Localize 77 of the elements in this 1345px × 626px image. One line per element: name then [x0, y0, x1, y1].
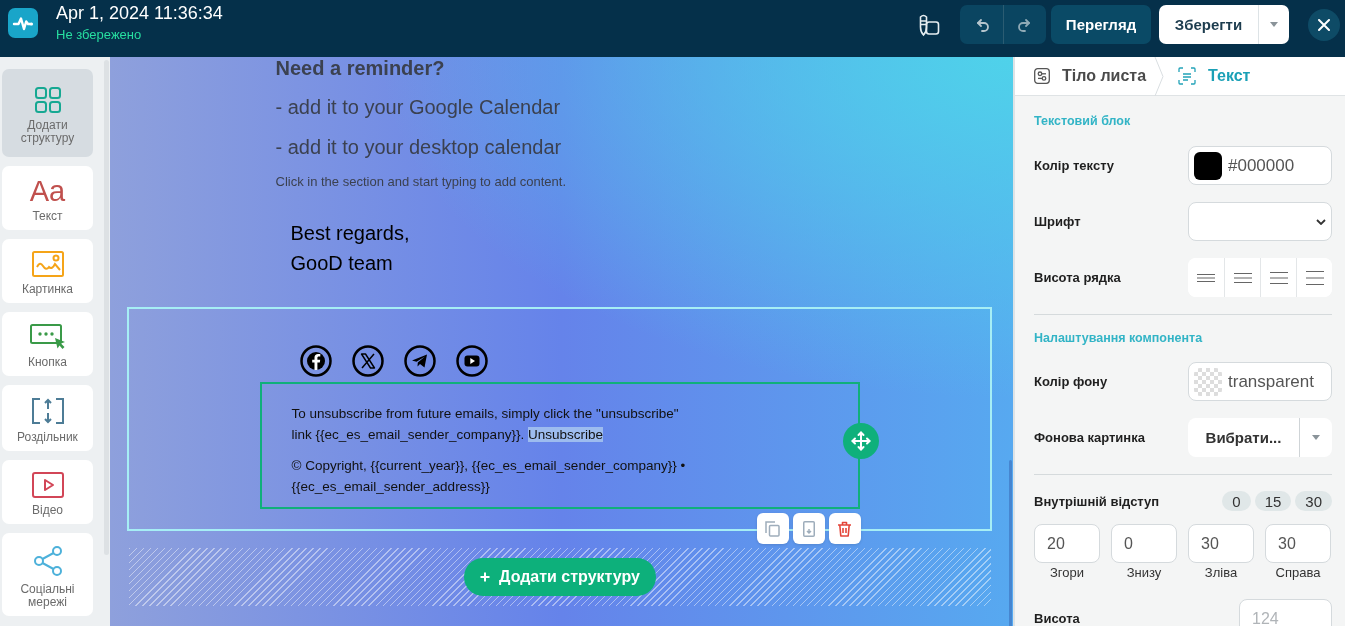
scrollbar-thumb[interactable] — [104, 60, 109, 555]
preset-chip[interactable]: 30 — [1295, 491, 1332, 511]
close-icon — [1318, 18, 1330, 31]
field-label: Шрифт — [1034, 214, 1081, 229]
sidebar-item[interactable]: Соціальні мережі — [2, 533, 93, 616]
unsubscribe-text: To unsubscribe from future emails, simply click the "unsubscribe" link {{ec_es_email_sender_company}}. Unsubscribe — [291, 405, 680, 444]
unsubscribe-link[interactable]: Unsubscribe — [527, 427, 603, 442]
document-icon — [802, 520, 815, 537]
image-icon — [31, 251, 64, 277]
section-title: Налаштування компонента — [1034, 330, 1204, 346]
reminder-heading: Need a reminder? — [274, 57, 446, 79]
field-label: Згори — [1050, 565, 1084, 581]
pulse-logo-icon — [8, 8, 38, 38]
settings-sliders-icon — [1034, 68, 1050, 84]
field-label: Висота рядка — [1034, 270, 1121, 285]
text-color-field[interactable]: #000000 — [1188, 146, 1332, 185]
field-label: Висота — [1034, 611, 1080, 626]
height-input[interactable]: 124 — [1239, 599, 1332, 626]
padding-input[interactable]: 30 — [1188, 524, 1254, 563]
caret-down-icon — [1270, 22, 1278, 27]
document-title: Apr 1, 2024 11:36:34 — [56, 2, 223, 24]
field-label: Колір тексту — [1034, 158, 1115, 173]
sidebar-item[interactable]: Aa Текст — [2, 166, 93, 230]
sidebar-item[interactable]: Додати структуру — [2, 69, 93, 157]
caret-down-icon — [1312, 435, 1320, 440]
field-label: Внутрішній відступ — [1034, 493, 1160, 509]
padding-input[interactable]: 30 — [1265, 524, 1331, 563]
preview-button[interactable]: Перегляд — [1051, 5, 1151, 44]
facebook-icon — [299, 345, 332, 377]
field-label: Зліва — [1204, 565, 1238, 581]
scrollbar-thumb[interactable] — [1009, 460, 1012, 626]
x-logo-icon — [351, 345, 384, 377]
share-icon — [31, 545, 64, 577]
redo-icon — [1017, 17, 1033, 32]
breadcrumb-link[interactable]: Тіло листа — [1034, 56, 1147, 96]
button-cursor-icon — [29, 324, 66, 350]
hint-text: Click in the section and start typing to add content. — [274, 173, 567, 191]
sidebar-item[interactable]: Роздільник — [2, 385, 93, 451]
text-glyph-icon: Aa — [29, 178, 66, 204]
brush-icon[interactable] — [918, 12, 940, 37]
field-label: Знизу — [1126, 565, 1162, 581]
duplicate-button[interactable] — [756, 513, 789, 544]
copy-icon — [765, 520, 780, 537]
video-play-icon — [31, 472, 64, 498]
play-button-icon — [455, 345, 488, 377]
padding-input[interactable]: 20 — [1034, 524, 1100, 563]
padding-input[interactable]: 0 — [1111, 524, 1177, 563]
list-item: - add it to your desktop calendar — [274, 136, 563, 158]
grid-icon — [34, 87, 61, 113]
field-label: Фонова картинка — [1034, 430, 1145, 445]
trash-icon — [837, 520, 852, 537]
sidebar-item[interactable]: Картинка — [2, 239, 93, 303]
list-item: - add it to your Google Calendar — [274, 96, 562, 118]
background-color-field[interactable]: transparent — [1188, 362, 1332, 401]
preset-chip[interactable]: 15 — [1254, 491, 1292, 511]
paper-plane-icon — [403, 345, 436, 377]
line-spacing-icon — [1305, 268, 1324, 287]
color-swatch-icon — [1194, 151, 1222, 180]
delete-button[interactable] — [828, 513, 861, 544]
text-frame-icon — [1178, 67, 1197, 85]
save-block-button[interactable] — [792, 513, 825, 544]
field-label: Колір фону — [1034, 374, 1108, 389]
copyright-text: © Copyright, {{current_year}}, {{ec_es_email_sender_company}} • {{ec_es_email_sender_address}} — [291, 457, 687, 496]
divider-icon — [30, 397, 65, 425]
sidebar-item[interactable]: Відео — [2, 460, 93, 524]
move-icon — [850, 431, 871, 451]
field-label: Справа — [1275, 565, 1321, 581]
preset-chip[interactable]: 0 — [1222, 491, 1251, 511]
chevron-down-icon — [1316, 218, 1326, 225]
signature-line: Best regards, — [289, 221, 411, 246]
save-status: Не збережено — [56, 26, 142, 44]
sidebar-item[interactable]: Кнопка — [2, 312, 93, 376]
move-handle[interactable] — [842, 423, 879, 459]
signature-line: GooD team — [289, 251, 394, 276]
close-button[interactable] — [1308, 8, 1340, 41]
section-title: Текстовий блок — [1034, 113, 1132, 129]
plus-icon — [480, 572, 491, 582]
